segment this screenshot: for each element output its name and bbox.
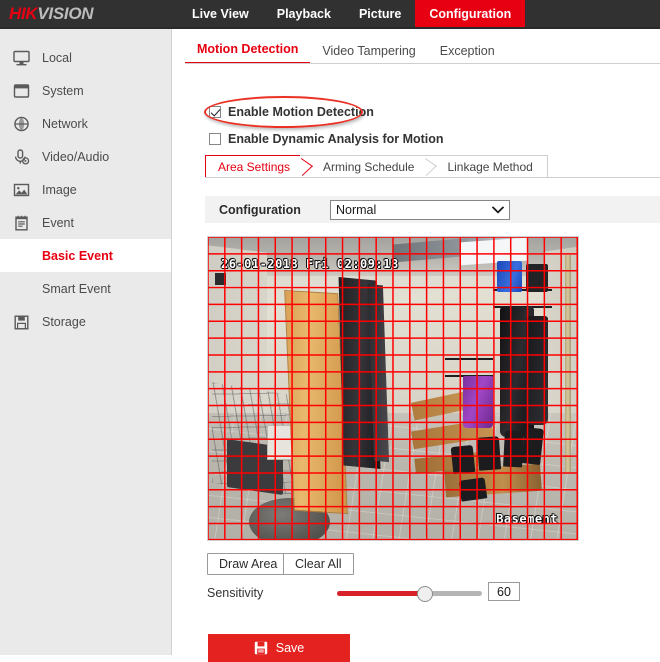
sidebar-item-label: Image	[42, 183, 77, 197]
enable-dynamic-analysis-checkbox-row[interactable]: Enable Dynamic Analysis for Motion	[209, 132, 444, 146]
globe-icon	[11, 114, 31, 134]
enable-dynamic-analysis-checkbox[interactable]	[209, 133, 221, 145]
sidebar-item-label: Event	[42, 216, 74, 230]
sensitivity-slider-fill	[337, 591, 424, 596]
settings-step-tabs: Area Settings Arming Schedule Linkage Me…	[205, 155, 548, 178]
sidebar-item-network[interactable]: Network	[0, 107, 171, 140]
sensitivity-value-input[interactable]: 60	[488, 582, 520, 601]
logo-text-hik: HIK	[9, 4, 37, 24]
chevron-right-icon	[300, 155, 311, 178]
sidebar-item-basic-event[interactable]: Basic Event	[0, 239, 171, 272]
sidebar-item-event[interactable]: Event	[0, 206, 171, 239]
osd-datetime-overlay: 26-01-2018 Fri 02:09:18	[221, 257, 399, 271]
sidebar-item-label: Video/Audio	[42, 150, 109, 164]
chevron-right-icon	[424, 155, 435, 178]
sensitivity-slider[interactable]	[337, 591, 482, 596]
sidebar-sub-label: Basic Event	[42, 249, 113, 263]
floppy-icon	[11, 312, 31, 332]
step-tabs-divider	[205, 177, 660, 178]
step-tab-area-settings[interactable]: Area Settings	[205, 155, 300, 178]
chevron-down-icon	[492, 204, 504, 216]
sidebar-item-system[interactable]: System	[0, 74, 171, 107]
sidebar-item-local[interactable]: Local	[0, 41, 171, 74]
nav-tab-playback[interactable]: Playback	[263, 0, 345, 27]
window-icon	[11, 81, 31, 101]
sidebar-item-storage[interactable]: Storage	[0, 305, 171, 338]
nav-tab-configuration[interactable]: Configuration	[415, 0, 525, 27]
tab-motion-detection[interactable]: Motion Detection	[185, 42, 310, 64]
enable-motion-detection-checkbox[interactable]	[209, 106, 221, 118]
floppy-disk-icon	[254, 641, 268, 655]
sensitivity-label: Sensitivity	[207, 586, 263, 600]
enable-motion-detection-label: Enable Motion Detection	[228, 105, 374, 119]
microphone-icon	[11, 147, 31, 167]
save-button[interactable]: Save	[208, 634, 350, 662]
osd-camera-name-overlay: Basement	[496, 512, 558, 526]
clear-all-button[interactable]: Clear All	[283, 553, 354, 575]
sidebar-item-label: Storage	[42, 315, 86, 329]
nav-tab-live-view[interactable]: Live View	[178, 0, 263, 27]
camera-scene-image	[208, 237, 578, 540]
configuration-select[interactable]: Normal	[330, 200, 510, 220]
main-content: Motion Detection Video Tampering Excepti…	[173, 29, 660, 655]
configuration-selected-value: Normal	[336, 203, 492, 217]
draw-area-button[interactable]: Draw Area	[207, 553, 289, 575]
tab-exception[interactable]: Exception	[428, 44, 507, 64]
sidebar-item-image[interactable]: Image	[0, 173, 171, 206]
save-button-label: Save	[276, 641, 305, 655]
sub-tab-bar: Motion Detection Video Tampering Excepti…	[185, 38, 660, 64]
sidebar: Local System Network Video/Audio Image E…	[0, 29, 172, 655]
sidebar-item-label: Local	[42, 51, 72, 65]
step-tab-arming-schedule[interactable]: Arming Schedule	[311, 155, 424, 178]
sidebar-item-label: Network	[42, 117, 88, 131]
enable-motion-detection-checkbox-row[interactable]: Enable Motion Detection	[209, 105, 374, 119]
sidebar-item-label: System	[42, 84, 84, 98]
logo-text-vision: VISION	[37, 4, 93, 24]
tab-video-tampering[interactable]: Video Tampering	[310, 44, 427, 64]
motion-detection-video-preview[interactable]: 26-01-2018 Fri 02:09:18 Basement	[207, 236, 579, 541]
enable-dynamic-analysis-label: Enable Dynamic Analysis for Motion	[228, 132, 444, 146]
notepad-icon	[11, 213, 31, 233]
sensitivity-slider-handle[interactable]	[417, 586, 433, 602]
monitor-icon	[11, 48, 31, 68]
top-navigation-bar: HIKVISION Live View Playback Picture Con…	[0, 0, 660, 27]
configuration-row: Configuration Normal	[205, 196, 660, 223]
step-tab-linkage-method[interactable]: Linkage Method	[435, 155, 547, 178]
sidebar-sub-label: Smart Event	[42, 282, 111, 296]
hikvision-logo: HIKVISION	[0, 0, 170, 27]
picture-icon	[11, 180, 31, 200]
sidebar-item-smart-event[interactable]: Smart Event	[0, 272, 171, 305]
configuration-label: Configuration	[205, 203, 330, 217]
sidebar-item-video-audio[interactable]: Video/Audio	[0, 140, 171, 173]
sub-tab-divider	[185, 63, 660, 64]
nav-tab-picture[interactable]: Picture	[345, 0, 415, 27]
